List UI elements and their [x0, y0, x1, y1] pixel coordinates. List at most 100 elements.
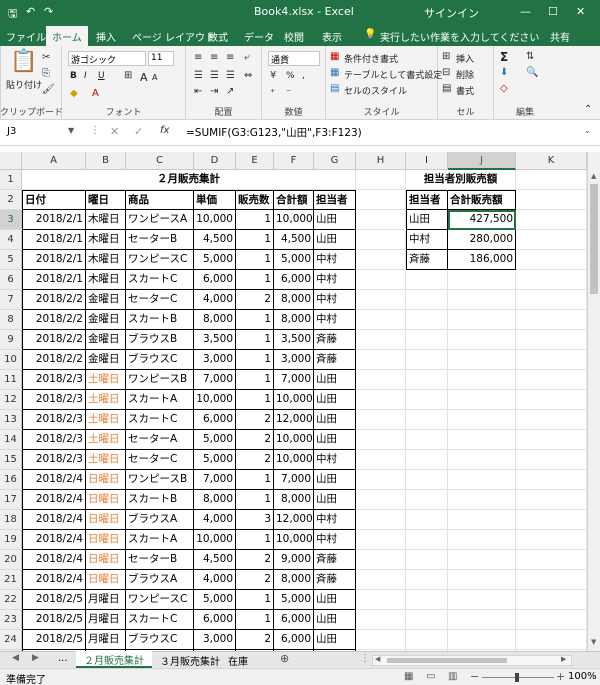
grid-cell[interactable]: [356, 530, 406, 550]
name-box[interactable]: J3: [4, 125, 74, 141]
header-cell[interactable]: 販売数: [236, 190, 274, 210]
data-cell[interactable]: 5,000: [194, 590, 236, 610]
grid-cell[interactable]: [448, 310, 516, 330]
paste-icon[interactable]: 📋: [10, 50, 37, 74]
grid-cell[interactable]: [448, 530, 516, 550]
data-cell[interactable]: 金曜日: [86, 330, 126, 350]
tab-file[interactable]: ファイル: [6, 29, 46, 44]
data-cell[interactable]: 4,500: [194, 230, 236, 250]
grid-cell[interactable]: [356, 270, 406, 290]
data-cell[interactable]: 山田: [314, 230, 356, 250]
data-cell[interactable]: 金曜日: [86, 310, 126, 330]
grid-cell[interactable]: [406, 310, 448, 330]
grid-cell[interactable]: [406, 410, 448, 430]
data-cell[interactable]: 中村: [314, 510, 356, 530]
data-cell[interactable]: 6,000: [194, 410, 236, 430]
data-cell[interactable]: 10,000: [274, 530, 314, 550]
row-header-24[interactable]: 24: [0, 630, 22, 650]
data-cell[interactable]: 木曜日: [86, 210, 126, 230]
grid-cell[interactable]: [516, 630, 587, 650]
data-cell[interactable]: 1: [236, 250, 274, 270]
cell-styles-button[interactable]: セルのスタイル: [344, 84, 407, 97]
grid-cell[interactable]: [356, 410, 406, 430]
data-cell[interactable]: 5,000: [194, 250, 236, 270]
data-cell[interactable]: 2: [236, 550, 274, 570]
data-cell[interactable]: ブラウスA: [126, 570, 194, 590]
data-cell[interactable]: 2018/2/3: [22, 370, 86, 390]
grid-cell[interactable]: [516, 510, 587, 530]
data-cell[interactable]: スカートB: [126, 490, 194, 510]
data-cell[interactable]: 8,000: [274, 490, 314, 510]
clear-icon[interactable]: ◇: [500, 83, 508, 95]
header-cell[interactable]: 商品: [126, 190, 194, 210]
grid-cell[interactable]: [448, 550, 516, 570]
scroll-thumb[interactable]: [590, 184, 598, 294]
data-cell[interactable]: 日曜日: [86, 510, 126, 530]
grid-cell[interactable]: [516, 190, 587, 210]
data-cell[interactable]: 1: [236, 390, 274, 410]
increase-decimal-icon[interactable]: ⁺: [270, 88, 275, 100]
scroll-left-icon[interactable]: ◀: [375, 655, 380, 663]
grid-cell[interactable]: [406, 290, 448, 310]
data-cell[interactable]: 中村: [314, 250, 356, 270]
normal-view-icon[interactable]: ▦: [404, 671, 413, 682]
row-header-19[interactable]: 19: [0, 530, 22, 550]
signin-link[interactable]: サインイン: [424, 5, 479, 21]
grid-cell[interactable]: [406, 350, 448, 370]
scroll-right-icon[interactable]: ▶: [561, 655, 566, 663]
data-cell[interactable]: 日曜日: [86, 570, 126, 590]
data-cell[interactable]: 中村: [314, 530, 356, 550]
grid-cell[interactable]: [406, 370, 448, 390]
data-cell[interactable]: 山田: [314, 490, 356, 510]
data-cell[interactable]: 中村: [314, 290, 356, 310]
grid-cell[interactable]: [516, 530, 587, 550]
data-cell[interactable]: スカートC: [126, 410, 194, 430]
data-cell[interactable]: 10,000: [274, 430, 314, 450]
data-cell[interactable]: 土曜日: [86, 390, 126, 410]
expand-formula-icon[interactable]: ⌄: [584, 126, 591, 135]
data-cell[interactable]: 4,000: [194, 510, 236, 530]
align-center-icon[interactable]: ☰: [210, 70, 219, 82]
merge-center-icon[interactable]: ⇔: [244, 70, 252, 82]
data-cell[interactable]: 4,500: [274, 230, 314, 250]
data-cell[interactable]: ワンピースC: [126, 250, 194, 270]
data-cell[interactable]: 4,000: [194, 290, 236, 310]
data-cell[interactable]: 3,000: [194, 630, 236, 650]
prev-sheet-icon[interactable]: ◀: [12, 653, 19, 663]
column-header-g[interactable]: G: [314, 152, 356, 170]
data-cell[interactable]: 2: [236, 290, 274, 310]
data-cell[interactable]: 2018/2/3: [22, 450, 86, 470]
data-cell[interactable]: 10,000: [274, 450, 314, 470]
data-cell[interactable]: 土曜日: [86, 410, 126, 430]
data-cell[interactable]: 金曜日: [86, 350, 126, 370]
grid-cell[interactable]: [516, 210, 587, 230]
bold-button[interactable]: B: [70, 71, 77, 81]
data-cell[interactable]: 木曜日: [86, 250, 126, 270]
grid-cell[interactable]: [356, 550, 406, 570]
summary-header-cell[interactable]: 担当者: [406, 190, 448, 210]
zoom-level[interactable]: 100%: [568, 671, 597, 682]
data-cell[interactable]: 中村: [314, 270, 356, 290]
data-cell[interactable]: 10,000: [194, 210, 236, 230]
data-cell[interactable]: 山田: [314, 430, 356, 450]
grid-cell[interactable]: [406, 450, 448, 470]
grid-cell[interactable]: [516, 570, 587, 590]
format-cells-button[interactable]: 書式: [456, 84, 474, 97]
align-top-icon[interactable]: ≡: [194, 52, 202, 64]
grid-cell[interactable]: [516, 470, 587, 490]
row-header-21[interactable]: 21: [0, 570, 22, 590]
data-cell[interactable]: 2018/2/1: [22, 270, 86, 290]
data-cell[interactable]: 2018/2/5: [22, 590, 86, 610]
data-cell[interactable]: 山田: [314, 370, 356, 390]
italic-button[interactable]: I: [84, 71, 87, 81]
font-color-icon[interactable]: A: [92, 88, 99, 100]
data-cell[interactable]: 6,000: [194, 610, 236, 630]
tab-formulas[interactable]: 数式: [208, 29, 228, 44]
grid-cell[interactable]: [406, 470, 448, 490]
grid-cell[interactable]: [448, 330, 516, 350]
align-right-icon[interactable]: ☰: [226, 70, 235, 82]
grid-cell[interactable]: [516, 230, 587, 250]
data-cell[interactable]: 2: [236, 570, 274, 590]
data-cell[interactable]: スカートA: [126, 530, 194, 550]
column-header-f[interactable]: F: [274, 152, 314, 170]
